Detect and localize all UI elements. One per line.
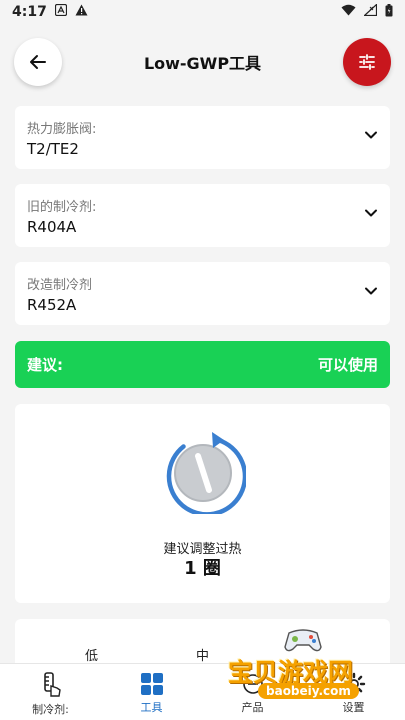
level-low: 低 xyxy=(85,649,99,664)
filter-settings-button[interactable] xyxy=(343,38,391,86)
select-value: R452A xyxy=(27,296,77,314)
nav-tools[interactable]: 工具 xyxy=(101,664,202,720)
nav-label: 工具 xyxy=(140,701,163,714)
notification-a-icon xyxy=(54,3,67,20)
page-title: Low-GWP工具 xyxy=(143,54,262,73)
expansion-valve-select[interactable]: 热力膨胀阀: T2/TE2 xyxy=(15,106,390,169)
battery-icon xyxy=(385,3,393,21)
retrofit-refrigerant-select[interactable]: 改造制冷剂 R452A xyxy=(15,262,390,325)
watermark: 宝贝游戏网 baobeiy.com xyxy=(228,625,378,715)
chevron-down-icon xyxy=(365,131,377,139)
old-refrigerant-select[interactable]: 旧的制冷剂: R404A xyxy=(15,184,390,247)
turns-value: 1 圈 xyxy=(184,558,221,579)
signal-icon xyxy=(362,3,378,20)
status-time: 4:17 xyxy=(12,4,47,20)
select-label: 改造制冷剂 xyxy=(27,278,93,293)
wifi-icon xyxy=(341,4,356,20)
app-header: Low-GWP工具 xyxy=(0,36,405,88)
gamepad-icon xyxy=(284,629,322,652)
back-button[interactable] xyxy=(14,38,62,86)
select-value: R404A xyxy=(27,218,77,236)
rotate-clockwise-icon xyxy=(160,428,248,517)
advice-banner: 建议: 可以使用 xyxy=(15,341,390,388)
chevron-down-icon xyxy=(365,209,377,217)
select-value: T2/TE2 xyxy=(27,140,79,158)
arrow-left-icon xyxy=(30,55,46,69)
grid-icon xyxy=(140,673,163,695)
level-medium: 中 xyxy=(196,649,210,664)
warning-icon xyxy=(75,4,88,20)
sliders-icon xyxy=(359,54,375,70)
advice-value: 可以使用 xyxy=(317,356,378,374)
status-bar: 4:17 xyxy=(0,0,405,24)
advice-label: 建议: xyxy=(27,356,63,374)
chevron-down-icon xyxy=(365,287,377,295)
superheat-adjustment-card: 建议调整过热 1 圈 xyxy=(15,404,390,603)
nav-label: 制冷剂: xyxy=(32,703,69,716)
watermark-url: baobeiy.com xyxy=(258,683,359,699)
select-label: 旧的制冷剂: xyxy=(27,200,97,215)
select-label: 热力膨胀阀: xyxy=(27,122,97,137)
nav-refrigerant[interactable]: 制冷剂: xyxy=(0,664,101,720)
thermometer-hand-icon xyxy=(43,672,61,697)
